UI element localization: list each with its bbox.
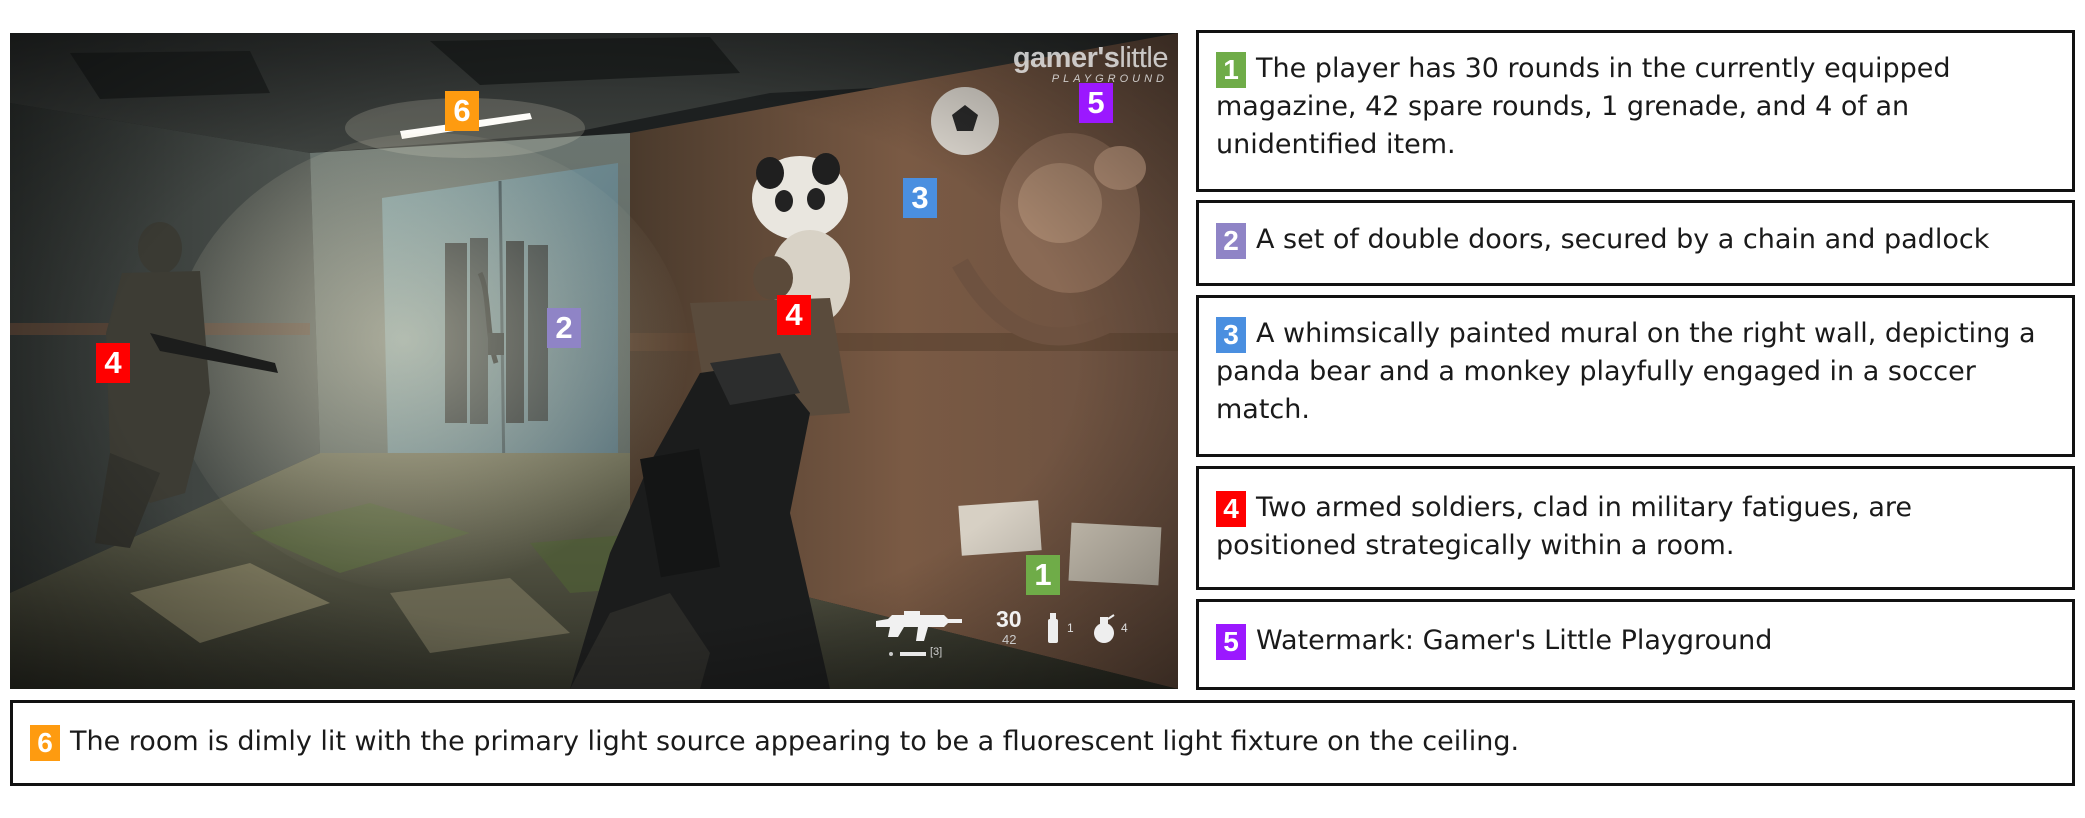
annotation-1-text: The player has 30 rounds in the currentl… [1216, 53, 1951, 160]
annotation-4: 4 Two armed soldiers, clad in military fa… [1196, 466, 2075, 590]
game-scene [10, 33, 1178, 689]
annotation-6-text: The room is dimly lit with the primary l… [70, 726, 1520, 757]
marker-4-right: 4 [777, 295, 811, 335]
watermark-logo-text: gamer'slittle [1012, 42, 1169, 74]
ammo-in-magazine: 30 [996, 606, 1022, 632]
fire-mode-label: [3] [930, 646, 943, 658]
item-1-count: 1 [1067, 621, 1074, 635]
annotation-1: 1 The player has 30 rounds in the current… [1196, 30, 2075, 192]
annotation-6-number: 6 [30, 724, 60, 761]
assault-rifle-icon [876, 611, 962, 641]
marker-3: 3 [903, 178, 937, 218]
annotation-2-text: A set of double doors, secured by a chai… [1256, 224, 1990, 255]
canister-icon [1048, 613, 1058, 643]
annotation-2: 2 A set of double doors, secured by a cha… [1196, 200, 2075, 286]
annotation-6: 6 The room is dimly lit with the primary … [10, 700, 2075, 786]
marker-6: 6 [445, 91, 479, 131]
marker-1: 1 [1026, 555, 1060, 595]
watermark: gamer'slittle PLAYGROUND [1012, 42, 1169, 85]
annotation-1-number: 1 [1216, 51, 1246, 88]
annotation-5-number: 5 [1216, 623, 1246, 660]
annotation-2-number: 2 [1216, 222, 1246, 259]
annotation-4-text: Two armed soldiers, clad in military fat… [1216, 492, 1912, 561]
annotation-5: 5 Watermark: Gamer's Little Playground [1196, 599, 2075, 690]
game-screenshot: gamer'slittle PLAYGROUND [3] 30 42 1 4 6… [10, 33, 1178, 689]
item-2-count: 4 [1121, 621, 1128, 635]
fire-mode-icon [889, 652, 926, 656]
annotation-5-text: Watermark: Gamer's Little Playground [1256, 625, 1773, 656]
grenade-icon [1094, 614, 1115, 643]
marker-2: 2 [547, 308, 581, 348]
marker-4-left: 4 [96, 343, 130, 383]
annotation-3: 3A whimsically painted mural on the righ… [1196, 295, 2075, 457]
ammo-reserve: 42 [1002, 632, 1017, 647]
marker-5: 5 [1079, 83, 1113, 123]
hud-ammo-panel: [3] 30 42 1 4 [874, 605, 1154, 665]
annotation-4-number: 4 [1216, 490, 1246, 527]
annotation-3-number: 3 [1216, 316, 1246, 353]
annotation-3-text: A whimsically painted mural on the right… [1216, 318, 2036, 425]
fire-mode-indicator: [3] [888, 646, 958, 661]
